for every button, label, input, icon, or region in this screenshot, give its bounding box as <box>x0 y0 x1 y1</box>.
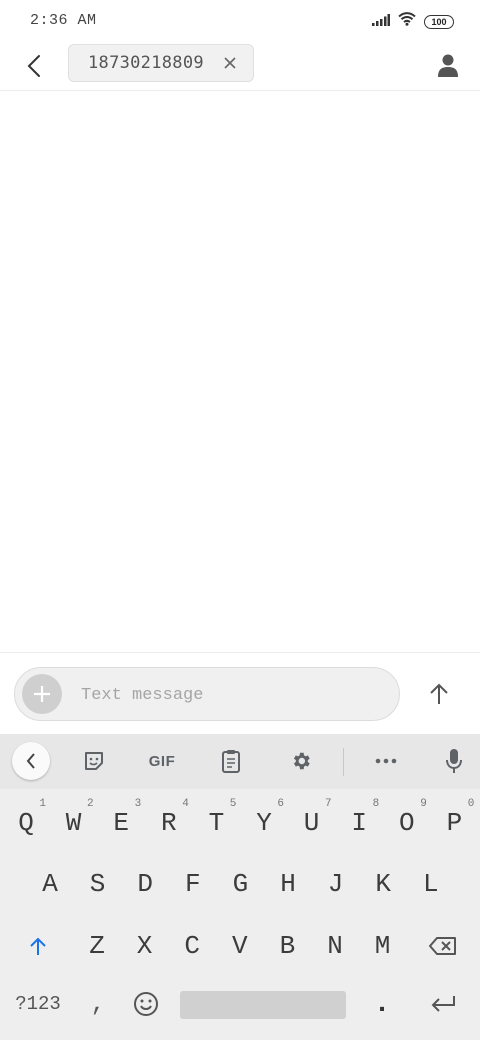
message-list <box>0 91 480 651</box>
key-hint: 4 <box>182 798 189 810</box>
send-button[interactable] <box>420 675 458 713</box>
key-g[interactable]: G <box>218 857 262 911</box>
key-r[interactable]: R4 <box>147 796 191 850</box>
key-label: O <box>398 808 415 838</box>
key-l[interactable]: L <box>409 857 453 911</box>
toolbar-divider <box>343 748 344 776</box>
shift-key[interactable] <box>16 919 60 973</box>
compose-field <box>14 667 400 721</box>
status-time: 2:36 AM <box>30 12 97 29</box>
key-label: E <box>113 808 129 838</box>
key-z[interactable]: Z <box>75 919 119 973</box>
key-hint: 0 <box>467 798 475 810</box>
clipboard-button[interactable] <box>213 743 249 779</box>
chevron-left-icon <box>27 55 40 77</box>
key-label: Q <box>18 808 34 838</box>
key-m[interactable]: M <box>361 919 405 973</box>
key-b[interactable]: B <box>265 919 309 973</box>
backspace-icon <box>429 937 456 955</box>
key-hint: 8 <box>372 798 380 810</box>
key-x[interactable]: X <box>123 919 167 973</box>
key-s[interactable]: S <box>76 857 120 911</box>
back-button[interactable] <box>16 48 52 84</box>
voice-input-button[interactable] <box>436 743 472 779</box>
message-input[interactable] <box>79 676 383 714</box>
key-y[interactable]: Y6 <box>242 796 286 850</box>
key-o[interactable]: O9 <box>385 796 429 850</box>
key-k[interactable]: K <box>361 857 405 911</box>
key-e[interactable]: E3 <box>99 796 143 850</box>
status-bar: 2:36 AM 100 <box>0 0 480 42</box>
arrow-up-icon <box>430 683 448 704</box>
key-v[interactable]: V <box>218 919 262 973</box>
key-f[interactable]: F <box>171 857 215 911</box>
sticker-icon <box>85 752 103 770</box>
key-h[interactable]: H <box>266 857 310 911</box>
key-j[interactable]: J <box>314 857 358 911</box>
key-label: U <box>303 808 320 838</box>
emoji-icon <box>134 992 158 1016</box>
key-q[interactable]: Q1 <box>4 796 48 850</box>
more-button[interactable] <box>368 743 404 779</box>
chevron-left-icon <box>26 753 35 769</box>
key-hint: 5 <box>229 798 237 810</box>
key-n[interactable]: N <box>313 919 357 973</box>
battery-icon: 100 <box>424 14 454 29</box>
space-key[interactable] <box>180 991 346 1019</box>
key-label: W <box>65 808 82 838</box>
enter-key[interactable] <box>418 979 468 1029</box>
gear-icon <box>293 752 310 770</box>
recipient-number: 18730218809 <box>88 53 204 73</box>
key-t[interactable]: T5 <box>194 796 238 850</box>
wifi-icon <box>398 12 416 31</box>
symbols-key[interactable]: ?123 <box>6 979 70 1029</box>
key-label: P <box>446 808 463 838</box>
recipient-chip[interactable]: 18730218809 <box>68 44 254 82</box>
key-w[interactable]: W2 <box>52 796 96 850</box>
attach-button[interactable] <box>22 674 62 714</box>
key-c[interactable]: C <box>170 919 214 973</box>
conversation-header: 18730218809 <box>0 42 480 91</box>
key-hint: 6 <box>277 798 284 810</box>
clipboard-icon <box>222 750 240 773</box>
plus-icon <box>34 686 50 702</box>
backspace-key[interactable] <box>418 919 468 973</box>
key-hint: 2 <box>86 798 94 810</box>
key-hint: 9 <box>420 798 427 810</box>
key-u[interactable]: U7 <box>290 796 334 850</box>
enter-icon <box>431 996 455 1012</box>
gif-button[interactable]: GIF <box>140 743 184 779</box>
contact-button[interactable] <box>430 48 466 84</box>
key-d[interactable]: D <box>123 857 167 911</box>
key-hint: 1 <box>39 798 46 810</box>
key-i[interactable]: I8 <box>337 796 381 850</box>
key-p[interactable]: P0 <box>432 796 476 850</box>
shift-arrow-icon <box>30 937 46 955</box>
emoji-key[interactable] <box>124 979 168 1029</box>
settings-button[interactable] <box>283 743 319 779</box>
person-icon <box>438 54 458 77</box>
key-label: Y <box>256 808 272 838</box>
comma-key[interactable]: , <box>78 979 118 1029</box>
gif-label: GIF <box>148 752 176 770</box>
period-key[interactable]: . <box>362 979 402 1029</box>
more-horizontal-icon <box>375 758 397 764</box>
mic-icon <box>446 749 462 773</box>
key-hint: 7 <box>324 798 332 810</box>
status-icons: 100 <box>372 12 454 31</box>
key-label: R <box>160 808 177 838</box>
key-hint: 3 <box>134 798 142 810</box>
key-label: I <box>351 808 367 838</box>
keyboard: GIF Q1W2E3R4T 5 Y 6 U 7 I 8 O 9 P 0 A S … <box>0 734 480 1040</box>
key-a[interactable]: A <box>28 857 72 911</box>
keyboard-collapse-button[interactable] <box>12 742 50 780</box>
signal-icon <box>372 13 390 31</box>
key-label: T <box>208 808 225 838</box>
close-icon[interactable] <box>221 54 239 72</box>
sticker-button[interactable] <box>76 743 112 779</box>
compose-bar <box>0 652 480 735</box>
keyboard-toolbar: GIF <box>0 734 480 789</box>
